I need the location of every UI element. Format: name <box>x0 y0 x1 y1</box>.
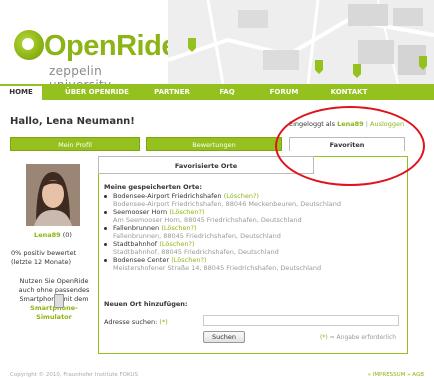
page-greeting: Hallo, Lena Neumann! <box>10 116 135 127</box>
list-item: Fallenbrunnen (Löschen?) Fallenbrunnen, … <box>104 224 400 240</box>
list-item: Seemooser Horn (Löschen?) Am Seemooser H… <box>104 208 400 224</box>
place-address: Am Seemooser Horn, 88045 Friedrichshafen… <box>113 216 302 224</box>
header: OpenRide zeppelin university <box>0 0 434 92</box>
place-address: Meistershofener Straße 14, 88045 Friedri… <box>113 264 322 272</box>
sidebar-username-link[interactable]: Lena89 <box>34 231 61 239</box>
place-name: Bodensee-Airport Friedrichshafen <box>113 192 222 200</box>
sidebar-user: Lena89 (0) <box>10 231 96 239</box>
search-button[interactable]: Suchen <box>203 331 245 343</box>
saved-places-list: Bodensee-Airport Friedrichshafen (Lösche… <box>104 192 400 272</box>
rating-summary: 0% positiv bewertet (letzte 12 Monate) <box>11 249 77 266</box>
header-map-image <box>168 0 434 84</box>
bullet <box>104 211 107 214</box>
saved-places-heading: Meine gespeicherten Orte: <box>104 183 202 191</box>
avatar <box>26 164 80 226</box>
place-name: Stadtbahnhof <box>113 240 158 248</box>
place-address: Bodensee-Airport Friedrichshafen, 88046 … <box>113 200 342 208</box>
delete-place-link[interactable]: (Löschen?) <box>159 240 194 248</box>
place-name: Bodensee Center <box>113 256 170 264</box>
list-item: Bodensee Center (Löschen?) Meistershofen… <box>104 256 400 272</box>
list-item: Bodensee-Airport Friedrichshafen (Lösche… <box>104 192 400 208</box>
footer: Copyright © 2010, Fraunhofer Institute F… <box>10 372 424 378</box>
tab-mein-profil[interactable]: Mein Profil <box>10 137 140 151</box>
openride-logo-icon <box>14 30 44 60</box>
highlight-ellipse <box>275 106 425 186</box>
required-marker: (*) <box>159 318 168 326</box>
place-address: Stadtbahnhof, 88045 Friedrichshafen, Deu… <box>113 248 279 256</box>
place-name: Fallenbrunnen <box>113 224 160 232</box>
add-place-heading: Neuen Ort hinzufügen: <box>104 300 188 308</box>
nav-item-forum[interactable]: FORUM <box>264 84 304 100</box>
delete-place-link[interactable]: (Löschen?) <box>171 256 206 264</box>
openride-logo[interactable]: OpenRide zeppelin university <box>14 22 177 92</box>
sidebar-rating-count: (0) <box>62 231 72 239</box>
bullet <box>104 243 107 246</box>
tab-bewertungen[interactable]: Bewertungen <box>146 137 282 151</box>
delete-place-link[interactable]: (Löschen?) <box>224 192 259 200</box>
main-nav: HOME ÜBER OPENRIDE PARTNER FAQ FORUM KON… <box>0 84 434 100</box>
bullet <box>104 259 107 262</box>
footer-links[interactable]: » IMPRESSUM » AGB <box>368 372 424 378</box>
nav-item-home[interactable]: HOME <box>0 84 42 100</box>
footer-copyright: Copyright © 2010, Fraunhofer Institute F… <box>10 372 138 378</box>
place-name: Seemooser Horn <box>113 208 168 216</box>
required-note-marker: (*) <box>320 334 328 341</box>
place-address: Fallenbrunnen, 88045 Friedrichshafen, De… <box>113 232 281 240</box>
address-search-input[interactable] <box>203 315 399 326</box>
required-note-text: = Angabe erforderlich <box>329 334 397 341</box>
delete-place-link[interactable]: (Löschen?) <box>169 208 204 216</box>
delete-place-link[interactable]: (Löschen?) <box>161 224 196 232</box>
profile-sidebar: Lena89 (0) 0% positiv bewertet (letzte 1… <box>10 151 96 356</box>
list-item: Stadtbahnhof (Löschen?) Stadtbahnhof, 88… <box>104 240 400 256</box>
logo-title: OpenRide <box>44 30 177 62</box>
nav-item-ueber-openride[interactable]: ÜBER OPENRIDE <box>62 84 132 100</box>
smartphone-icon[interactable] <box>54 294 64 308</box>
nav-item-kontakt[interactable]: KONTAKT <box>324 84 374 100</box>
bullet <box>104 227 107 230</box>
required-note: (*) = Angabe erforderlich <box>320 334 396 341</box>
address-label: Adresse suchen: (*) <box>104 318 168 326</box>
nav-item-partner[interactable]: PARTNER <box>150 84 194 100</box>
address-label-text: Adresse suchen: <box>104 318 158 326</box>
bullet <box>104 195 107 198</box>
nav-item-faq[interactable]: FAQ <box>212 84 242 100</box>
